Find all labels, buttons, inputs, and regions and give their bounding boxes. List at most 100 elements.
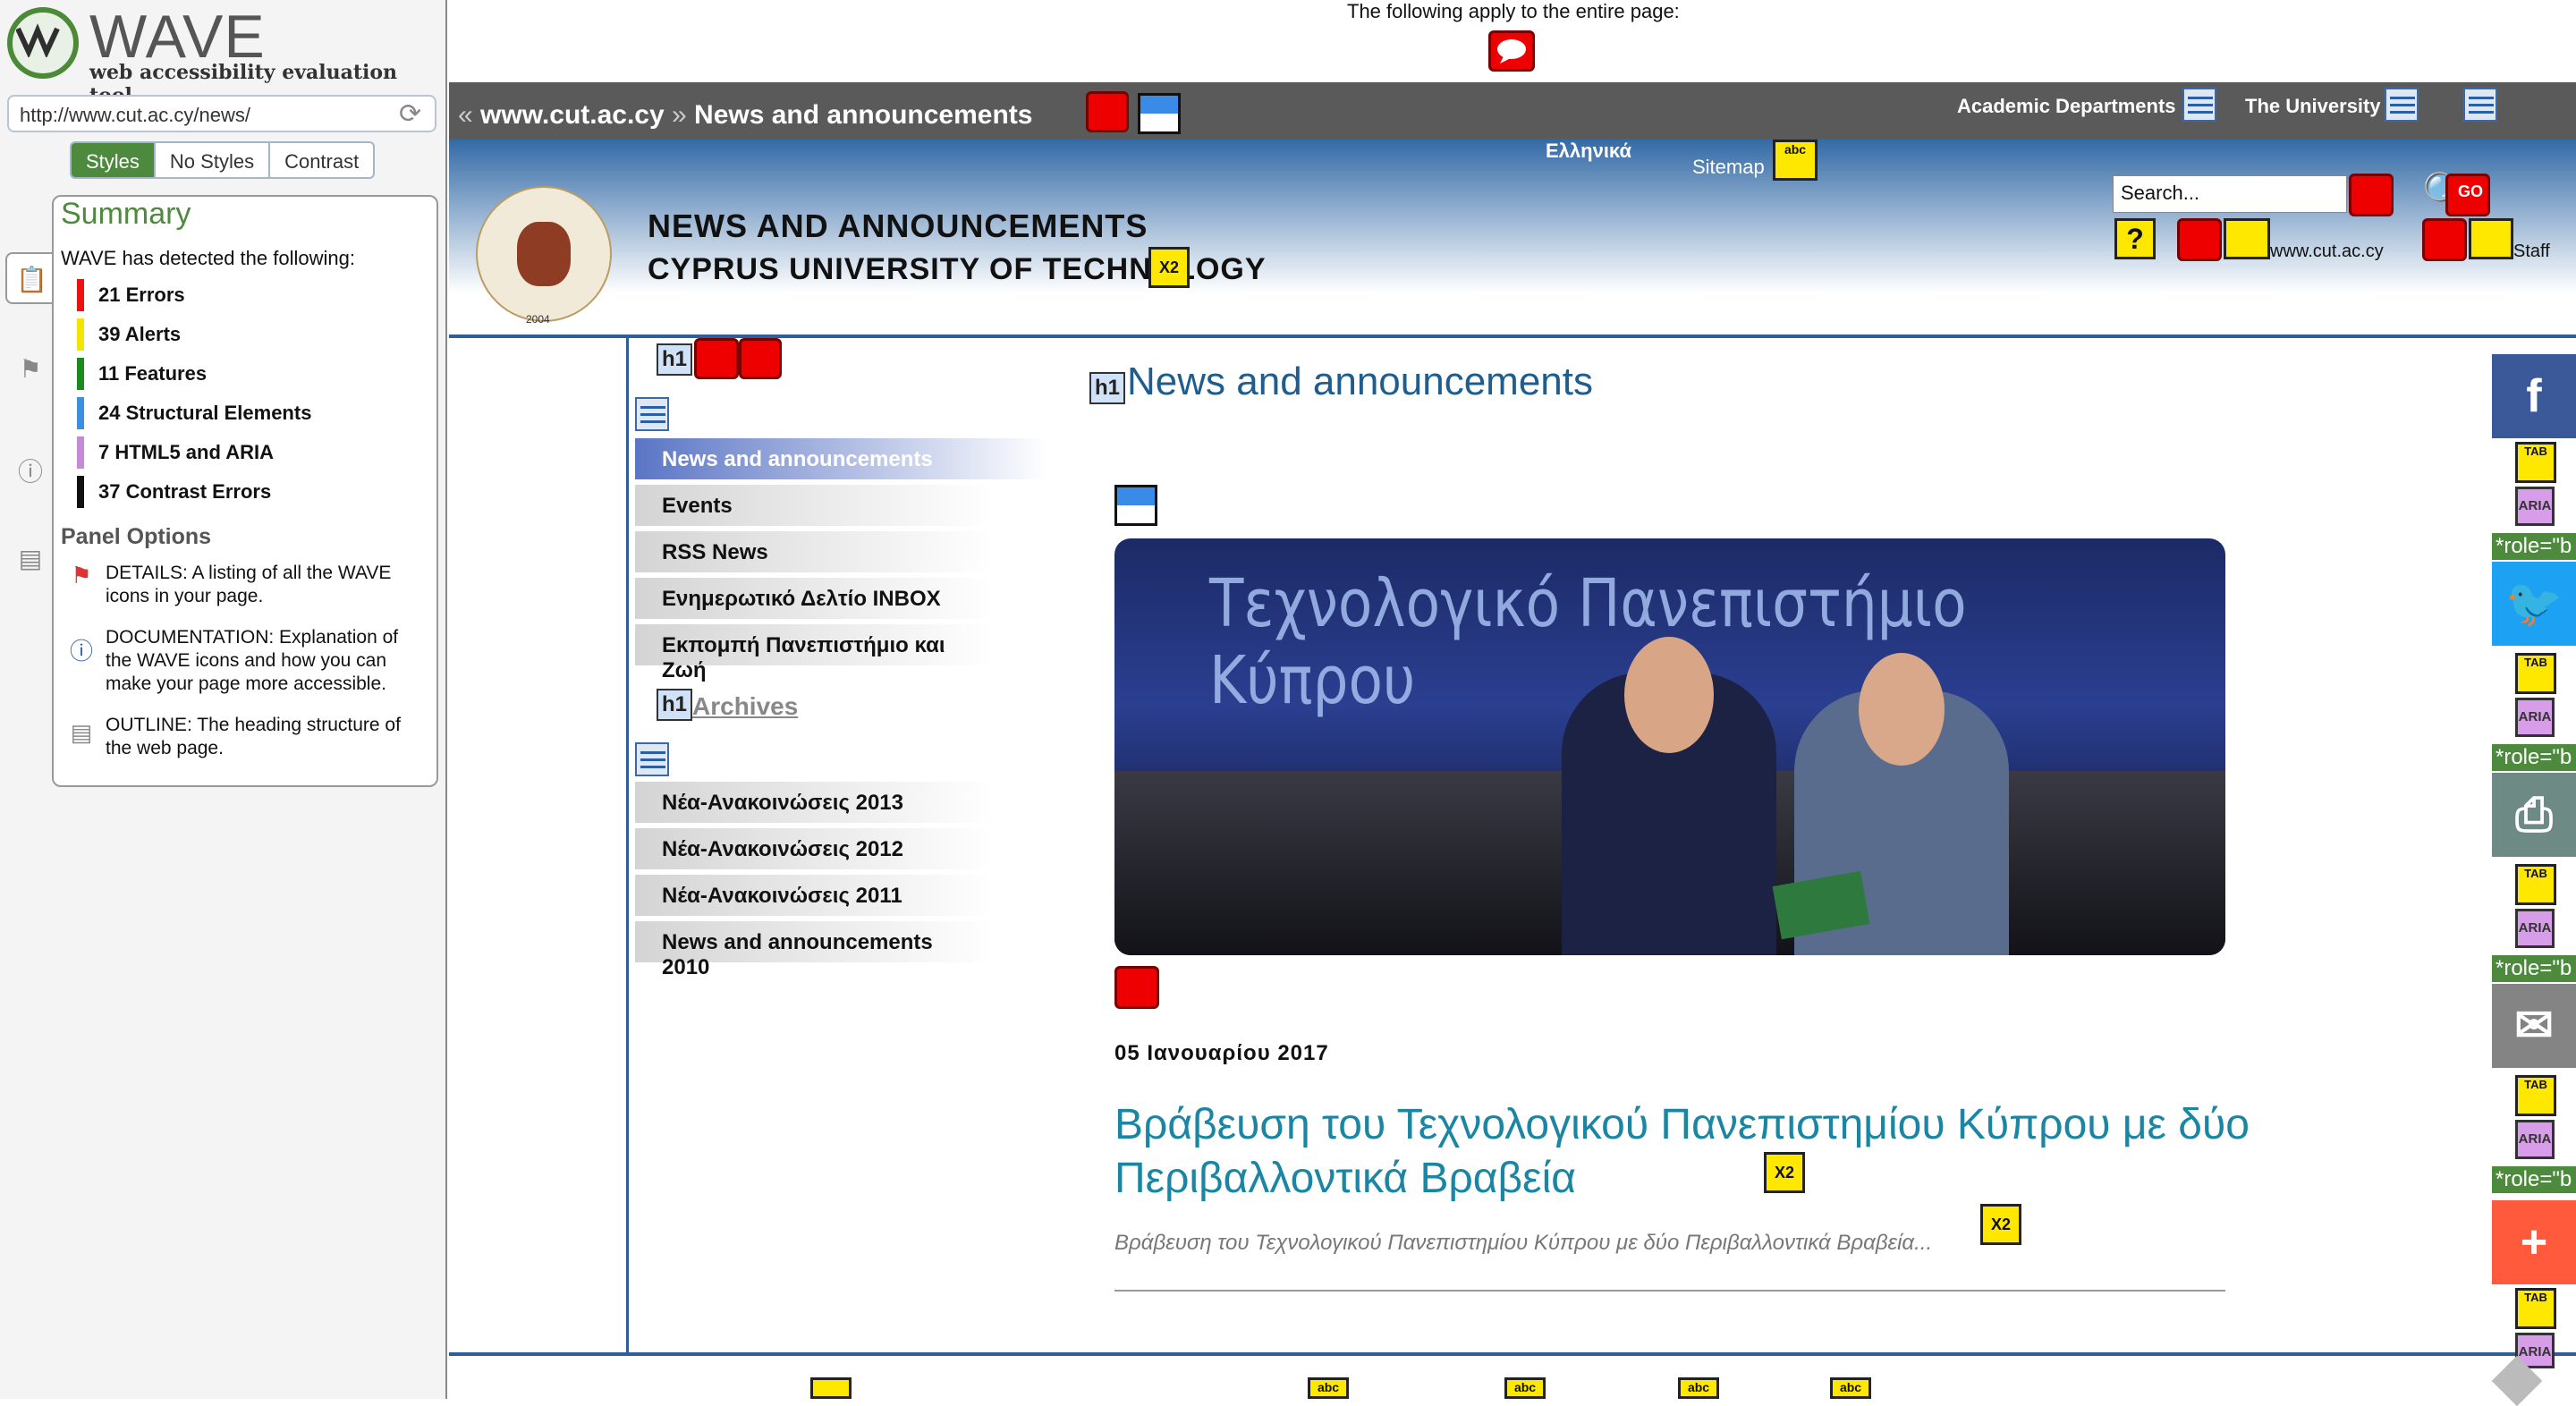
tab-order-icon[interactable]: TAB — [2515, 864, 2556, 905]
html5-aria-count[interactable]: 7 HTML5 and ARIA — [77, 436, 274, 469]
archive-2010[interactable]: News and announcements 2010 — [635, 921, 993, 979]
reload-icon[interactable]: ⟳ — [399, 98, 421, 130]
nav-rss-news[interactable]: RSS News — [635, 531, 993, 572]
header-title: NEWS AND ANNOUNCEMENTS — [648, 208, 1148, 244]
question-icon[interactable]: ? — [2114, 218, 2156, 259]
nav-university-and-life[interactable]: Εκπομπή Πανεπιστήμιο και Ζωή — [635, 624, 993, 682]
lang-link[interactable]: Ελληνικά — [1546, 140, 1631, 163]
nav-the-university[interactable]: The University — [2245, 95, 2381, 118]
nav-inbox-newsletter[interactable]: Ενημερωτικό Δελτίο INBOX — [635, 578, 993, 619]
abc-icon[interactable]: abc — [1678, 1377, 1719, 1399]
nav-news-and-announcements[interactable]: News and announcements — [635, 438, 1046, 479]
list-icon[interactable] — [2385, 88, 2419, 122]
sitemap-link[interactable]: Sitemap — [1692, 156, 1765, 179]
university-crest-logo[interactable] — [476, 186, 612, 322]
h1-icon[interactable]: h1 — [657, 689, 692, 721]
role-tag: *role="b — [2492, 1166, 2576, 1193]
missing-label-icon[interactable] — [2422, 218, 2467, 261]
aria-icon[interactable]: ARIA — [2515, 698, 2555, 737]
features-count[interactable]: 11 Features — [77, 358, 207, 390]
print-icon[interactable]: ⎙ — [2492, 773, 2576, 857]
search-input[interactable]: Search... — [2113, 175, 2347, 213]
aria-icon[interactable]: ARIA — [2515, 1120, 2555, 1159]
archive-2011[interactable]: Νέα-Ανακοινώσεις 2011 — [635, 875, 993, 916]
abc-icon[interactable]: abc — [1773, 140, 1818, 181]
flag-icon[interactable]: ⚑ — [16, 354, 45, 383]
abc-icon[interactable]: abc — [1830, 1377, 1871, 1399]
tab-styles[interactable]: Styles — [72, 143, 156, 177]
tab-order-icon[interactable]: TAB — [2515, 1288, 2556, 1329]
redundant-link-x2-icon[interactable]: X2 — [1148, 247, 1190, 288]
column-divider — [626, 335, 629, 1354]
redundant-link-x2-icon[interactable]: X2 — [1764, 1152, 1805, 1193]
breadcrumb-current[interactable]: News and announcements — [694, 100, 1032, 130]
contrast-errors-count[interactable]: 37 Contrast Errors — [77, 476, 271, 508]
archive-2012[interactable]: Νέα-Ανακοινώσεις 2012 — [635, 828, 993, 869]
flag-icon: ⚑ — [71, 562, 92, 589]
email-icon[interactable]: ✉ — [2492, 984, 2576, 1068]
apply-text: The following apply to the entire page: — [1347, 0, 1680, 22]
title-attribute-icon[interactable] — [2224, 218, 2270, 259]
search-option-staff[interactable]: Staff — [2513, 241, 2550, 262]
abc-icon[interactable]: abc — [1308, 1377, 1349, 1399]
url-field[interactable]: http://www.cut.ac.cy/news/ — [7, 95, 436, 132]
title-attribute-icon[interactable] — [810, 1377, 852, 1399]
nav-academic-departments[interactable]: Academic Departments — [1957, 95, 2176, 118]
structure-icon[interactable] — [1138, 93, 1181, 134]
panel-option-outline[interactable]: OUTLINE: The heading structure of the we… — [106, 714, 428, 760]
structure-icon[interactable] — [1114, 485, 1157, 526]
error-link-icon[interactable] — [1086, 91, 1129, 132]
tab-contrast[interactable]: Contrast — [270, 143, 373, 177]
twitter-icon[interactable]: 🐦 — [2492, 562, 2576, 646]
structural-count[interactable]: 24 Structural Elements — [77, 397, 311, 429]
alert-speech-icon[interactable] — [1488, 30, 1535, 72]
outline-icon: ▤ — [70, 719, 93, 746]
tab-order-icon[interactable]: TAB — [2515, 653, 2556, 694]
archive-2013[interactable]: Νέα-Ανακοινώσεις 2013 — [635, 782, 993, 823]
article-date: 05 Ιανουαρίου 2017 — [1114, 1041, 1329, 1065]
nav-events[interactable]: Events — [635, 485, 993, 526]
alerts-count[interactable]: 39 Alerts — [77, 318, 181, 351]
empty-heading-icon[interactable] — [694, 338, 739, 379]
view-tabs: Styles No Styles Contrast — [70, 141, 376, 179]
list-icon[interactable] — [635, 742, 669, 776]
search-option-site[interactable]: www.cut.ac.cy — [2270, 241, 2384, 262]
list-icon[interactable] — [2182, 88, 2216, 122]
tab-order-icon[interactable]: TAB — [2515, 1075, 2556, 1116]
facebook-icon[interactable]: f — [2492, 354, 2576, 438]
errors-count[interactable]: 21 Errors — [77, 279, 185, 311]
detected-text: WAVE has detected the following: — [61, 247, 355, 269]
redundant-link-x2-icon[interactable]: X2 — [1980, 1204, 2021, 1245]
list-icon[interactable] — [635, 397, 669, 431]
go-button[interactable]: GO — [2458, 182, 2483, 201]
tab-no-styles[interactable]: No Styles — [156, 143, 271, 177]
share-plus-icon[interactable]: + — [2492, 1200, 2576, 1284]
share-bar: f — [2492, 354, 2576, 438]
archives-title[interactable]: Archives — [692, 692, 798, 721]
list-icon[interactable] — [2463, 88, 2497, 122]
role-tag: *role="b — [2492, 955, 2576, 982]
tab-order-icon[interactable]: TAB — [2515, 442, 2556, 483]
info-icon[interactable]: ⓘ — [16, 453, 45, 486]
abc-icon[interactable]: abc — [1504, 1377, 1546, 1399]
aria-icon[interactable]: ARIA — [2515, 909, 2555, 948]
aria-icon[interactable]: ARIA — [2515, 487, 2555, 526]
main-title: News and announcements — [1127, 360, 1593, 403]
panel-option-details[interactable]: DETAILS: A listing of all the WAVE icons… — [106, 562, 428, 608]
h1-icon[interactable]: h1 — [657, 343, 692, 376]
empty-link-icon[interactable] — [739, 338, 782, 379]
breadcrumb: « www.cut.ac.cy » News and announcements — [458, 100, 1032, 131]
hero-image: Τεχνολογικό Πανεπιστήμιο Κύπρου — [1114, 538, 2225, 955]
h1-icon[interactable]: h1 — [1089, 372, 1125, 404]
article-title-link[interactable]: Βράβευση του Τεχνολογικού Πανεπιστημίου … — [1114, 1098, 2259, 1206]
missing-alt-icon[interactable] — [1114, 966, 1159, 1009]
breadcrumb-site[interactable]: www.cut.ac.cy — [480, 100, 665, 130]
clipboard-icon[interactable]: 📋 — [16, 265, 47, 293]
missing-label-icon[interactable] — [2177, 218, 2222, 261]
role-tag: *role="b — [2492, 533, 2576, 560]
role-tag: *role="b — [2492, 744, 2576, 771]
outline-icon[interactable]: ▤ — [16, 544, 45, 572]
title-attribute-icon[interactable] — [2469, 218, 2513, 259]
missing-label-icon[interactable] — [2349, 174, 2394, 216]
panel-option-documentation[interactable]: DOCUMENTATION: Explanation of the WAVE i… — [106, 626, 428, 696]
